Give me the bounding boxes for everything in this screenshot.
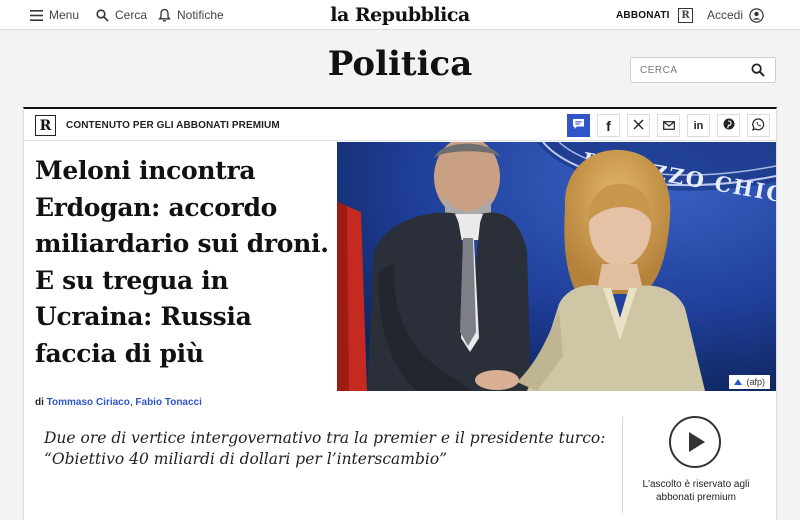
subscribe-link[interactable]: ABBONATI [616,0,670,30]
article-summary: Due ore di vertice intergovernativo tra … [44,429,606,468]
search-icon [96,8,109,22]
photo-credit-label: (afp) [746,377,765,387]
site-logo[interactable]: la Repubblica [330,4,470,26]
article-headline[interactable]: Meloni incontra Erdogan: accordo miliard… [35,153,340,372]
section-search-input[interactable] [640,64,750,76]
summary-divider [622,417,623,513]
r-logo-link[interactable]: R [678,0,693,30]
menu-button[interactable]: Menu [30,0,79,30]
hamburger-menu-icon [30,9,43,21]
share-facebook-button[interactable]: f [597,114,620,137]
search-icon[interactable] [751,63,765,82]
search-button[interactable]: Cerca [96,0,147,30]
x-icon [633,119,644,133]
author-link[interactable]: Fabio Tonacci [135,397,202,408]
facebook-icon: f [606,117,611,134]
byline: di Tommaso Ciriaco, Fabio Tonacci [35,397,202,408]
photo-illustration: PALAZZO CHIGI [337,142,776,391]
top-navigation-bar: Menu Cerca Notifiche la Repubblica ABBON… [0,0,800,30]
premium-label: CONTENUTO PER GLI ABBONATI PREMIUM [66,119,280,131]
comment-icon [572,118,585,133]
audio-play-button[interactable] [669,416,721,468]
share-x-button[interactable] [627,114,650,137]
user-icon [749,7,764,23]
whatsapp-icon [752,117,765,134]
linkedin-icon: in [693,119,704,132]
section-search-box [630,57,776,83]
bell-icon [158,8,171,22]
article-photo[interactable]: PALAZZO CHIGI (afp) [337,142,776,391]
menu-label: Menu [49,8,80,22]
photo-credit: (afp) [729,375,770,389]
r-logo-icon: R [678,7,693,23]
notifications-label: Notifiche [177,8,224,22]
share-comment-button[interactable] [567,114,590,137]
search-label: Cerca [115,8,148,22]
byline-prefix: di [35,397,44,408]
play-icon [689,432,705,452]
author-link[interactable]: Tommaso Ciriaco [47,397,130,408]
caret-up-icon [734,379,743,385]
login-label: Accedi [707,8,744,22]
share-whatsapp-button[interactable] [747,114,770,137]
share-email-button[interactable] [657,114,680,137]
share-pinterest-button[interactable] [717,114,740,137]
share-linkedin-button[interactable]: in [687,114,710,137]
article-card: R CONTENUTO PER GLI ABBONATI PREMIUM f i… [23,107,777,520]
notifications-button[interactable]: Notifiche [158,0,224,30]
pinterest-icon [723,118,735,133]
email-icon [662,119,675,133]
r-logo-icon: R [35,115,56,136]
audio-notice: L'ascolto è riservato agli abbonati prem… [642,479,750,503]
login-button[interactable]: Accedi [707,0,764,30]
article-card-header: R CONTENUTO PER GLI ABBONATI PREMIUM f i… [24,109,776,141]
